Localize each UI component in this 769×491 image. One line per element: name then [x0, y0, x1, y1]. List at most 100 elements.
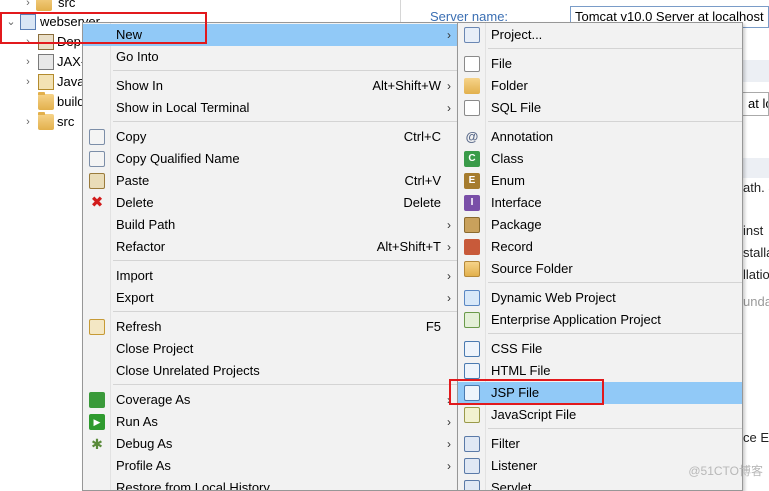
submenu-arrow-icon: ›: [447, 240, 451, 254]
tree-item-label: JAX-: [57, 54, 86, 69]
menu-item-run-as[interactable]: ▶ Run As ›: [83, 411, 457, 433]
menu-item-show-in[interactable]: Show In Alt+Shift+W ›: [83, 75, 457, 97]
context-menu: New › Go Into Show In Alt+Shift+W › Show…: [82, 22, 458, 491]
listener-icon: [464, 458, 480, 474]
submenu-arrow-icon: ›: [447, 218, 451, 232]
menu-item-label: Run As: [116, 414, 158, 429]
submenu-item-folder[interactable]: Folder: [458, 75, 742, 97]
editor-text-fragment: stalla: [743, 245, 769, 260]
menu-item-label: Servlet: [491, 480, 532, 491]
submenu-item-enum[interactable]: E Enum: [458, 170, 742, 192]
project-wizard-icon: [464, 27, 480, 43]
submenu-item-servlet[interactable]: Servlet: [458, 477, 742, 491]
menu-item-export[interactable]: Export ›: [83, 287, 457, 309]
chevron-right-icon[interactable]: ›: [22, 111, 34, 133]
jsp-file-icon: [464, 385, 480, 401]
menu-separator: [488, 48, 742, 49]
source-folder-icon: [464, 261, 480, 277]
submenu-item-project[interactable]: Project...: [458, 24, 742, 46]
filter-icon: [464, 436, 480, 452]
submenu-item-javascript-file[interactable]: JavaScript File: [458, 404, 742, 426]
submenu-item-class[interactable]: C Class: [458, 148, 742, 170]
menu-item-shortcut: Alt+Shift+T: [376, 239, 441, 254]
menu-item-shortcut: Ctrl+V: [404, 173, 441, 188]
menu-item-label: Refresh: [116, 319, 162, 334]
submenu-item-html-file[interactable]: HTML File: [458, 360, 742, 382]
menu-item-label: JavaScript File: [491, 407, 577, 422]
menu-separator: [113, 384, 457, 385]
menu-item-label: Close Unrelated Projects: [116, 363, 260, 378]
menu-item-label: Show in Local Terminal: [116, 100, 250, 115]
submenu-item-jsp-file[interactable]: JSP File: [458, 382, 742, 404]
submenu-item-css-file[interactable]: CSS File: [458, 338, 742, 360]
chevron-right-icon[interactable]: ›: [22, 0, 34, 14]
menu-item-paste[interactable]: Paste Ctrl+V: [83, 170, 457, 192]
submenu-item-annotation[interactable]: @ Annotation: [458, 126, 742, 148]
menu-item-close-unrelated-projects[interactable]: Close Unrelated Projects: [83, 360, 457, 382]
submenu-item-dynamic-web-project[interactable]: Dynamic Web Project: [458, 287, 742, 309]
menu-item-refresh[interactable]: Refresh F5: [83, 316, 457, 338]
chevron-down-icon[interactable]: ⌄: [5, 11, 17, 33]
menu-item-label: Dynamic Web Project: [491, 290, 616, 305]
menu-item-coverage-as[interactable]: Coverage As ›: [83, 389, 457, 411]
menu-item-refactor[interactable]: Refactor Alt+Shift+T ›: [83, 236, 457, 258]
menu-item-label: Folder: [491, 78, 528, 93]
menu-item-restore-from-local-history[interactable]: Restore from Local History...: [83, 477, 457, 490]
menu-item-build-path[interactable]: Build Path ›: [83, 214, 457, 236]
class-icon: C: [464, 151, 480, 167]
menu-item-profile-as[interactable]: Profile As ›: [83, 455, 457, 477]
chevron-right-icon[interactable]: ›: [22, 31, 34, 53]
chevron-right-icon[interactable]: ›: [22, 51, 34, 73]
submenu-item-sql-file[interactable]: SQL File: [458, 97, 742, 119]
folder-icon: [36, 0, 52, 11]
menu-item-label: Copy Qualified Name: [116, 151, 240, 166]
menu-item-label: File: [491, 56, 512, 71]
submenu-arrow-icon: ›: [447, 415, 451, 429]
submenu-item-record[interactable]: Record: [458, 236, 742, 258]
submenu-item-source-folder[interactable]: Source Folder: [458, 258, 742, 280]
submenu-arrow-icon: ›: [447, 393, 451, 407]
menu-item-shortcut: Ctrl+C: [403, 129, 441, 144]
submenu-item-file[interactable]: File: [458, 53, 742, 75]
deployment-descriptor-icon: [38, 34, 54, 50]
chevron-right-icon[interactable]: ›: [22, 71, 34, 93]
menu-item-import[interactable]: Import ›: [83, 265, 457, 287]
javascript-file-icon: [464, 407, 480, 423]
menu-item-copy-qualified-name[interactable]: Copy Qualified Name: [83, 148, 457, 170]
menu-item-label: Package: [491, 217, 542, 232]
submenu-item-enterprise-application-project[interactable]: Enterprise Application Project: [458, 309, 742, 331]
editor-text-fragment: unda: [743, 294, 769, 309]
menu-item-shortcut: Alt+Shift+W: [372, 78, 441, 93]
menu-item-label: Delete: [116, 195, 154, 210]
folder-icon: [38, 112, 54, 130]
menu-item-label: SQL File: [491, 100, 542, 115]
submenu-item-interface[interactable]: I Interface: [458, 192, 742, 214]
editor-text-fragment: inst: [743, 223, 764, 238]
menu-item-show-in-local-terminal[interactable]: Show in Local Terminal ›: [83, 97, 457, 119]
folder-icon: [38, 92, 54, 110]
editor-text-fragment: ath. S: [743, 180, 769, 195]
menu-item-label: Interface: [491, 195, 542, 210]
interface-icon: I: [464, 195, 480, 211]
submenu-item-filter[interactable]: Filter: [458, 433, 742, 455]
menu-item-go-into[interactable]: Go Into: [83, 46, 457, 68]
tree-item-label: src: [57, 114, 75, 129]
submenu-item-package[interactable]: Package: [458, 214, 742, 236]
tree-item-label: Java: [57, 74, 85, 89]
submenu-arrow-icon: ›: [447, 28, 451, 42]
menu-item-delete[interactable]: ✖ Delete Delete: [83, 192, 457, 214]
menu-item-label: Build Path: [116, 217, 176, 232]
editor-text-fragment: llatio: [743, 267, 769, 282]
project-icon: [20, 14, 36, 30]
refresh-icon: [89, 319, 105, 335]
menu-item-new[interactable]: New ›: [83, 24, 457, 46]
menu-item-debug-as[interactable]: ✱ Debug As ›: [83, 433, 457, 455]
menu-item-close-project[interactable]: Close Project: [83, 338, 457, 360]
editor-field-fragment[interactable]: at lo: [741, 92, 769, 116]
menu-separator: [113, 260, 457, 261]
menu-item-label: New: [116, 27, 143, 42]
menu-item-label: Paste: [116, 173, 150, 188]
menu-item-copy[interactable]: Copy Ctrl+C: [83, 126, 457, 148]
menu-item-shortcut: Delete: [403, 195, 441, 210]
editor-text-fragment: ce E: [743, 430, 769, 445]
